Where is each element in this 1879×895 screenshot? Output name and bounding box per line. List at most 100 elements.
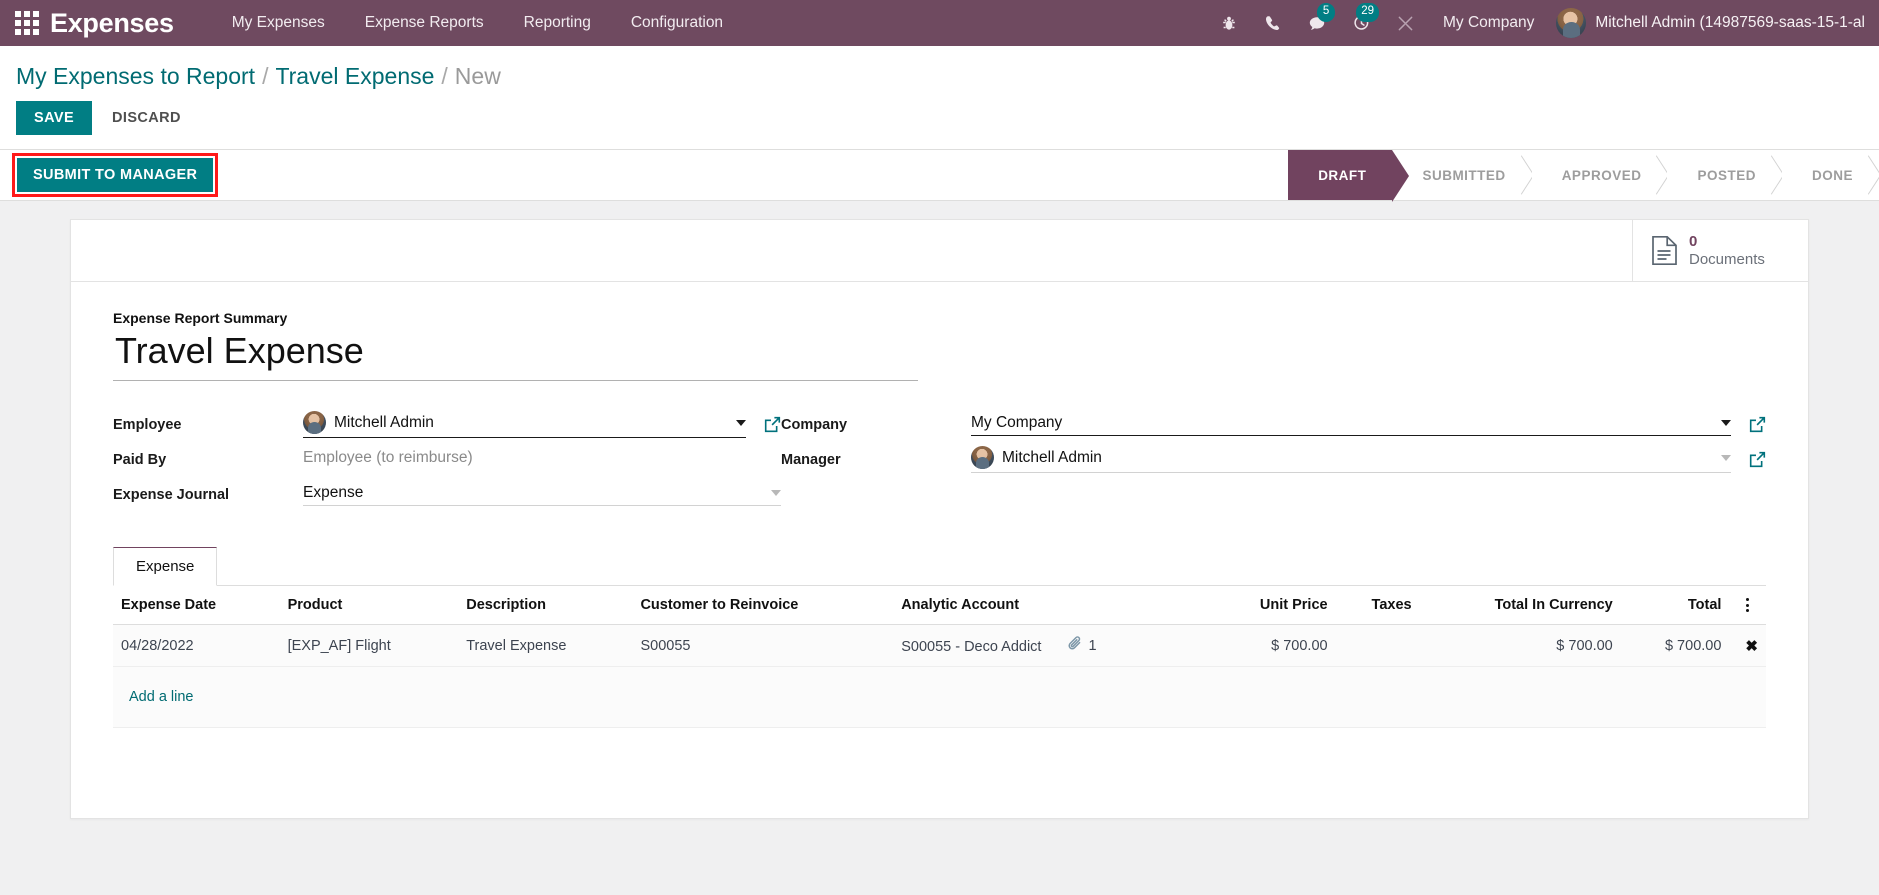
documents-count: 0 bbox=[1689, 233, 1698, 251]
manager-external-link-icon[interactable] bbox=[1749, 451, 1766, 468]
app-brand-title[interactable]: Expenses bbox=[50, 8, 174, 39]
form-fields-grid: Employee Mitchell Admin Paid By Employee… bbox=[113, 407, 1766, 512]
user-name-label: Mitchell Admin (14987569-saas-15-1-al bbox=[1595, 14, 1865, 31]
menu-item-configuration[interactable]: Configuration bbox=[611, 2, 743, 44]
col-description[interactable]: Description bbox=[458, 586, 633, 625]
status-approved-label: APPROVED bbox=[1561, 167, 1642, 183]
form-view-area: 0 Documents Expense Report Summary Emplo… bbox=[0, 201, 1879, 895]
add-a-line-link[interactable]: Add a line bbox=[121, 678, 202, 716]
col-expense-date[interactable]: Expense Date bbox=[113, 586, 280, 625]
delete-row-icon[interactable]: ✖ bbox=[1737, 638, 1758, 655]
submit-to-manager-button[interactable]: SUBMIT TO MANAGER bbox=[17, 158, 214, 192]
menu-item-expense-reports[interactable]: Expense Reports bbox=[345, 2, 504, 44]
apps-grid-icon[interactable] bbox=[10, 8, 44, 38]
col-customer-to-reinvoice[interactable]: Customer to Reinvoice bbox=[632, 586, 894, 625]
status-approved[interactable]: APPROVED bbox=[1531, 150, 1668, 200]
field-employee-value: Mitchell Admin bbox=[334, 413, 434, 431]
status-done[interactable]: DONE bbox=[1781, 150, 1879, 200]
breadcrumb-parent[interactable]: Travel Expense bbox=[275, 63, 434, 90]
status-posted-label: POSTED bbox=[1697, 167, 1756, 183]
cell-customer-to-reinvoice[interactable]: S00055 bbox=[632, 624, 894, 667]
col-product[interactable]: Product bbox=[279, 586, 459, 625]
top-navbar: Expenses My Expenses Expense Reports Rep… bbox=[0, 0, 1879, 46]
cell-taxes[interactable] bbox=[1335, 624, 1420, 667]
col-analytic-account[interactable]: Analytic Account bbox=[893, 586, 1211, 625]
field-employee-label: Employee bbox=[113, 416, 182, 433]
breadcrumb-root[interactable]: My Expenses to Report bbox=[16, 63, 255, 90]
status-pipeline: DRAFT SUBMITTED APPROVED POSTED DONE bbox=[1288, 150, 1879, 202]
phone-icon[interactable] bbox=[1251, 0, 1295, 46]
table-row[interactable]: 04/28/2022 [EXP_AF] Flight Travel Expens… bbox=[113, 624, 1766, 667]
messages-icon[interactable]: 5 bbox=[1295, 0, 1339, 46]
field-manager-control[interactable]: Mitchell Admin bbox=[971, 446, 1731, 473]
smart-button-box: 0 Documents bbox=[71, 220, 1808, 282]
field-paid-by-label: Paid By bbox=[113, 451, 167, 468]
col-taxes[interactable]: Taxes bbox=[1335, 586, 1420, 625]
field-company-value: My Company bbox=[971, 413, 1063, 431]
col-total[interactable]: Total bbox=[1620, 586, 1730, 625]
field-employee-control[interactable]: Mitchell Admin bbox=[303, 411, 746, 438]
cell-product[interactable]: [EXP_AF] Flight bbox=[279, 624, 459, 667]
cell-analytic-account[interactable]: S00055 - Deco Addict 1 bbox=[893, 624, 1211, 667]
field-expense-journal-value: Expense bbox=[303, 483, 364, 501]
attachment-indicator[interactable]: 1 bbox=[1067, 636, 1097, 655]
breadcrumb-separator-2: / bbox=[441, 63, 448, 89]
tools-wrench-icon[interactable] bbox=[1383, 0, 1427, 46]
field-expense-journal-label: Expense Journal bbox=[113, 486, 230, 503]
breadcrumb: My Expenses to Report / Travel Expense /… bbox=[14, 46, 1865, 97]
cell-description[interactable]: Travel Expense bbox=[458, 624, 633, 667]
cell-delete[interactable]: ✖ bbox=[1729, 624, 1766, 667]
col-optional-toggle[interactable] bbox=[1729, 586, 1766, 625]
manager-chevron-down-icon[interactable] bbox=[1721, 454, 1731, 461]
expense-journal-chevron-down-icon[interactable] bbox=[771, 489, 781, 496]
field-manager-value: Mitchell Admin bbox=[1002, 448, 1102, 466]
control-panel: My Expenses to Report / Travel Expense /… bbox=[0, 46, 1879, 149]
user-menu[interactable]: Mitchell Admin (14987569-saas-15-1-al bbox=[1550, 8, 1873, 38]
employee-external-link-icon[interactable] bbox=[764, 416, 781, 433]
cell-total-in-currency[interactable]: $ 700.00 bbox=[1419, 624, 1621, 667]
menu-item-reporting[interactable]: Reporting bbox=[504, 2, 611, 44]
field-manager: Manager Mitchell Admin bbox=[781, 442, 1766, 477]
status-submitted[interactable]: SUBMITTED bbox=[1392, 150, 1532, 200]
discard-button[interactable]: DISCARD bbox=[98, 101, 195, 135]
field-expense-journal: Expense Journal Expense bbox=[113, 477, 781, 512]
messages-badge: 5 bbox=[1317, 3, 1336, 22]
save-button[interactable]: SAVE bbox=[16, 101, 93, 135]
status-done-label: DONE bbox=[1811, 167, 1853, 183]
tab-expense[interactable]: Expense bbox=[113, 547, 218, 586]
employee-chevron-down-icon[interactable] bbox=[736, 419, 746, 426]
company-switcher[interactable]: My Company bbox=[1427, 14, 1550, 32]
notebook-tabs: Expense bbox=[113, 546, 1766, 586]
form-sheet: 0 Documents Expense Report Summary Emplo… bbox=[70, 219, 1809, 819]
employee-avatar bbox=[303, 411, 326, 434]
field-expense-journal-control[interactable]: Expense bbox=[303, 484, 781, 506]
expense-lines-head: Expense Date Product Description Custome… bbox=[113, 586, 1766, 625]
attachment-count: 1 bbox=[1088, 637, 1097, 654]
cell-unit-price[interactable]: $ 700.00 bbox=[1210, 624, 1336, 667]
kebab-menu-icon[interactable] bbox=[1737, 598, 1758, 612]
documents-label: Documents bbox=[1689, 250, 1765, 268]
paperclip-icon bbox=[1067, 636, 1082, 655]
expense-report-summary-input[interactable] bbox=[113, 328, 918, 381]
col-total-in-currency[interactable]: Total In Currency bbox=[1419, 586, 1621, 625]
action-status-bar: SUBMIT TO MANAGER DRAFT SUBMITTED APPROV… bbox=[0, 149, 1879, 202]
company-chevron-down-icon[interactable] bbox=[1721, 419, 1731, 426]
field-company-control[interactable]: My Company bbox=[971, 414, 1731, 436]
cell-analytic-account-value: S00055 - Deco Addict bbox=[901, 639, 1042, 655]
status-draft-label: DRAFT bbox=[1318, 167, 1367, 183]
expense-report-summary-label: Expense Report Summary bbox=[113, 310, 288, 326]
activities-clock-icon[interactable]: 29 bbox=[1339, 0, 1383, 46]
field-paid-by-control[interactable]: Employee (to reimburse) bbox=[303, 449, 781, 470]
menu-item-my-expenses[interactable]: My Expenses bbox=[212, 2, 345, 44]
field-paid-by: Paid By Employee (to reimburse) bbox=[113, 442, 781, 477]
col-unit-price[interactable]: Unit Price bbox=[1210, 586, 1336, 625]
cell-expense-date[interactable]: 04/28/2022 bbox=[113, 624, 280, 667]
bug-icon[interactable] bbox=[1207, 0, 1251, 46]
form-left-column: Employee Mitchell Admin Paid By Employee… bbox=[113, 407, 781, 512]
cell-total[interactable]: $ 700.00 bbox=[1620, 624, 1730, 667]
status-draft[interactable]: DRAFT bbox=[1288, 150, 1410, 202]
documents-smart-button[interactable]: 0 Documents bbox=[1632, 220, 1808, 281]
company-external-link-icon[interactable] bbox=[1749, 416, 1766, 433]
status-posted[interactable]: POSTED bbox=[1667, 150, 1782, 200]
manager-avatar bbox=[971, 446, 994, 469]
